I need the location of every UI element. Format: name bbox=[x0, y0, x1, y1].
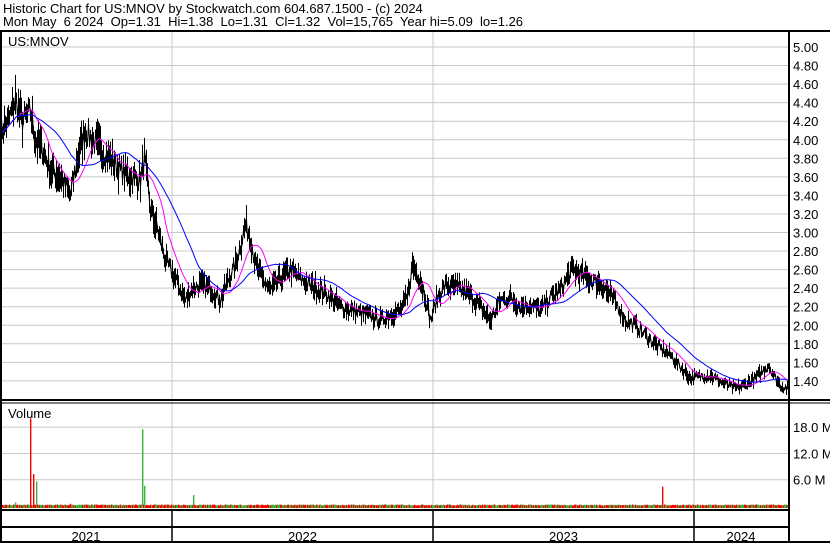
volume-bar bbox=[30, 418, 32, 508]
volume-tick-label: 6.0 M bbox=[793, 473, 826, 488]
price-tick-label: 3.80 bbox=[793, 151, 818, 166]
price-tick-label: 2.60 bbox=[793, 263, 818, 278]
price-tick-label: 2.80 bbox=[793, 244, 818, 259]
price-tick-label: 3.20 bbox=[793, 207, 818, 222]
price-tick-label: 4.60 bbox=[793, 77, 818, 92]
price-tick-label: 1.60 bbox=[793, 355, 818, 370]
symbol-label: US:MNOV bbox=[8, 34, 69, 49]
price-tick-label: 3.40 bbox=[793, 188, 818, 203]
price-tick-label: 1.40 bbox=[793, 374, 818, 389]
volume-tick-label: 18.0 M bbox=[793, 420, 830, 435]
volume-bar bbox=[662, 486, 664, 508]
stock-chart: Historic Chart for US:MNOV by Stockwatch… bbox=[0, 0, 830, 543]
price-tick-label: 4.00 bbox=[793, 133, 818, 148]
price-tick-label: 2.00 bbox=[793, 318, 818, 333]
year-label: 2024 bbox=[727, 529, 756, 543]
year-label: 2021 bbox=[72, 529, 101, 543]
volume-tick-label: 12.0 M bbox=[793, 446, 830, 461]
price-tick-label: 2.40 bbox=[793, 281, 818, 296]
volume-label: Volume bbox=[8, 406, 51, 421]
price-tick-label: 4.80 bbox=[793, 59, 818, 74]
long-ma-line bbox=[0, 114, 788, 383]
price-tick-label: 1.80 bbox=[793, 337, 818, 352]
volume-bar bbox=[142, 429, 144, 508]
volume-bar bbox=[144, 485, 146, 508]
year-label: 2022 bbox=[288, 529, 317, 543]
price-tick-label: 4.40 bbox=[793, 96, 818, 111]
price-tick-label: 5.00 bbox=[793, 40, 818, 55]
chart-canvas: US:MNOV Volume 5.00 4.80 4.60 4.40 4.20 4.00 3… bbox=[0, 30, 830, 543]
volume-bar bbox=[33, 474, 35, 508]
price-tick-label: 3.60 bbox=[793, 170, 818, 185]
price-tick-label: 3.00 bbox=[793, 226, 818, 241]
year-label: 2023 bbox=[549, 529, 578, 543]
price-tick-label: 4.20 bbox=[793, 114, 818, 129]
volume-bar bbox=[36, 481, 38, 508]
price-tick-label: 2.20 bbox=[793, 300, 818, 315]
